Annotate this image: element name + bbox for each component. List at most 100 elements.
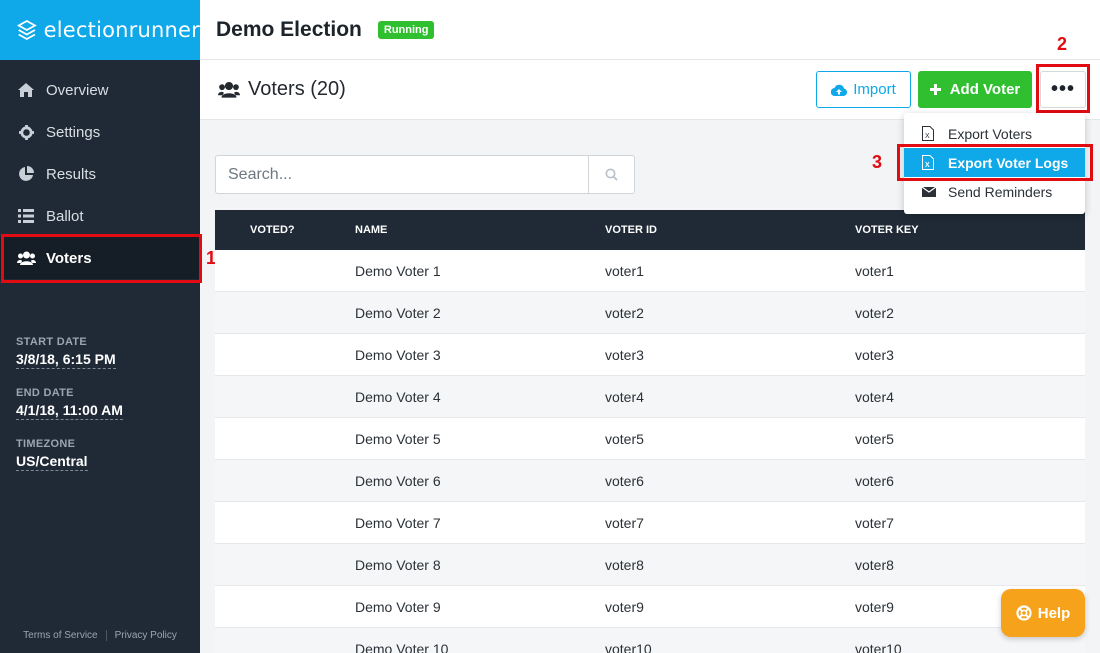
column-header-voter-id[interactable]: VOTER ID <box>605 224 855 236</box>
voter-key-cell: voter10 <box>855 640 902 653</box>
end-date-label: END DATE <box>16 387 74 399</box>
status-badge: Running <box>377 20 435 39</box>
sidebar-item-overview[interactable]: Overview <box>0 69 200 111</box>
table-body: Demo Voter 1 voter1 voter1 Demo Voter 2 vot… <box>215 250 1085 653</box>
timezone-value[interactable]: US/Central <box>16 453 88 471</box>
voter-id-cell: voter5 <box>605 430 644 447</box>
column-header-name[interactable]: NAME <box>355 224 605 236</box>
name-cell: Demo Voter 6 <box>355 472 441 489</box>
header: Demo Election Running <box>200 0 1100 60</box>
election-dates: START DATE 3/8/18, 6:15 PM END DATE 4/1/… <box>16 336 123 489</box>
table-row[interactable]: Demo Voter 5 voter5 voter5 <box>215 418 1085 460</box>
voter-id-cell: voter7 <box>605 514 644 531</box>
voter-key-cell: voter6 <box>855 472 894 489</box>
search-bar <box>215 155 635 194</box>
name-cell: Demo Voter 9 <box>355 598 441 615</box>
voter-key-cell: voter3 <box>855 346 894 363</box>
help-button[interactable]: Help <box>1001 589 1085 637</box>
voters-table: VOTED? NAME VOTER ID VOTER KEY Demo Vote… <box>215 210 1085 653</box>
logo-text: electionrunner <box>43 18 200 42</box>
sidebar: electionrunner Overview Settings Results… <box>0 0 200 653</box>
table-row[interactable]: Demo Voter 8 voter8 voter8 <box>215 544 1085 586</box>
voter-id-cell: voter2 <box>605 304 644 321</box>
search-input[interactable] <box>216 156 588 193</box>
sidebar-item-label: Results <box>46 165 97 183</box>
svg-text:X: X <box>925 133 930 140</box>
annotation-box-3 <box>897 144 1093 181</box>
menu-item-label: Export Voters <box>948 125 1033 142</box>
footer-links: Terms of Service Privacy Policy <box>0 630 200 641</box>
table-row[interactable]: Demo Voter 6 voter6 voter6 <box>215 460 1085 502</box>
voter-id-cell: voter8 <box>605 556 644 573</box>
import-label: Import <box>853 81 896 98</box>
gear-icon <box>16 124 36 140</box>
sidebar-item-label: Ballot <box>46 207 84 225</box>
menu-item-send-reminders[interactable]: Send Reminders <box>904 177 1085 206</box>
page-title: Demo Election <box>216 17 362 41</box>
sidebar-item-settings[interactable]: Settings <box>0 111 200 153</box>
voter-id-cell: voter9 <box>605 598 644 615</box>
voters-count-title: Voters (20) <box>248 78 346 100</box>
section-title: Voters (20) <box>218 78 346 101</box>
logo-icon <box>16 19 37 41</box>
voter-key-cell: voter8 <box>855 556 894 573</box>
lifebuoy-icon <box>1016 605 1032 621</box>
excel-file-icon: X <box>922 126 936 141</box>
name-cell: Demo Voter 7 <box>355 514 441 531</box>
logo[interactable]: electionrunner <box>0 0 200 60</box>
voter-key-cell: voter1 <box>855 262 894 279</box>
voter-key-cell: voter5 <box>855 430 894 447</box>
sidebar-item-ballot[interactable]: Ballot <box>0 195 200 237</box>
menu-item-label: Send Reminders <box>948 183 1053 200</box>
table-row[interactable]: Demo Voter 3 voter3 voter3 <box>215 334 1085 376</box>
add-voter-button[interactable]: Add Voter <box>918 71 1032 108</box>
voter-id-cell: voter1 <box>605 262 644 279</box>
search-button[interactable] <box>588 156 634 193</box>
envelope-icon <box>922 186 936 197</box>
pie-chart-icon <box>16 166 36 182</box>
help-label: Help <box>1037 604 1071 622</box>
search-icon <box>605 168 618 181</box>
add-voter-label: Add Voter <box>949 81 1021 98</box>
voter-key-cell: voter7 <box>855 514 894 531</box>
sidebar-item-label: Settings <box>46 123 101 141</box>
column-header-voted[interactable]: VOTED? <box>215 224 355 236</box>
users-icon <box>218 81 240 98</box>
name-cell: Demo Voter 2 <box>355 304 441 321</box>
name-cell: Demo Voter 4 <box>355 388 441 405</box>
sidebar-item-results[interactable]: Results <box>0 153 200 195</box>
table-row[interactable]: Demo Voter 2 voter2 voter2 <box>215 292 1085 334</box>
name-cell: Demo Voter 10 <box>355 640 449 653</box>
annotation-box-1 <box>1 234 202 283</box>
plus-icon <box>929 84 941 95</box>
column-header-voter-key[interactable]: VOTER KEY <box>855 224 1085 236</box>
table-header: VOTED? NAME VOTER ID VOTER KEY <box>215 210 1085 250</box>
table-row[interactable]: Demo Voter 7 voter7 voter7 <box>215 502 1085 544</box>
name-cell: Demo Voter 5 <box>355 430 441 447</box>
end-date-value[interactable]: 4/1/18, 11:00 AM <box>16 402 123 420</box>
name-cell: Demo Voter 3 <box>355 346 441 363</box>
voter-id-cell: voter4 <box>605 388 644 405</box>
import-button[interactable]: Import <box>816 71 911 108</box>
voter-key-cell: voter2 <box>855 304 894 321</box>
privacy-link[interactable]: Privacy Policy <box>105 630 185 641</box>
name-cell: Demo Voter 1 <box>355 262 441 279</box>
annotation-number-3: 3 <box>872 152 883 172</box>
table-row[interactable]: Demo Voter 10 voter10 voter10 <box>215 628 1085 653</box>
start-date-label: START DATE <box>16 336 88 348</box>
list-icon <box>16 209 36 223</box>
voter-id-cell: voter3 <box>605 346 644 363</box>
annotation-box-2 <box>1036 64 1090 113</box>
home-icon <box>16 83 36 97</box>
table-row[interactable]: Demo Voter 4 voter4 voter4 <box>215 376 1085 418</box>
voter-id-cell: voter6 <box>605 472 644 489</box>
timezone-label: TIMEZONE <box>16 438 76 450</box>
terms-link[interactable]: Terms of Service <box>15 630 105 641</box>
table-row[interactable]: Demo Voter 1 voter1 voter1 <box>215 250 1085 292</box>
table-row[interactable]: Demo Voter 9 voter9 voter9 <box>215 586 1085 628</box>
voter-id-cell: voter10 <box>605 640 652 653</box>
start-date-value[interactable]: 3/8/18, 6:15 PM <box>16 351 116 369</box>
cloud-upload-icon <box>831 84 848 96</box>
name-cell: Demo Voter 8 <box>355 556 441 573</box>
annotation-number-2: 2 <box>1057 34 1068 54</box>
